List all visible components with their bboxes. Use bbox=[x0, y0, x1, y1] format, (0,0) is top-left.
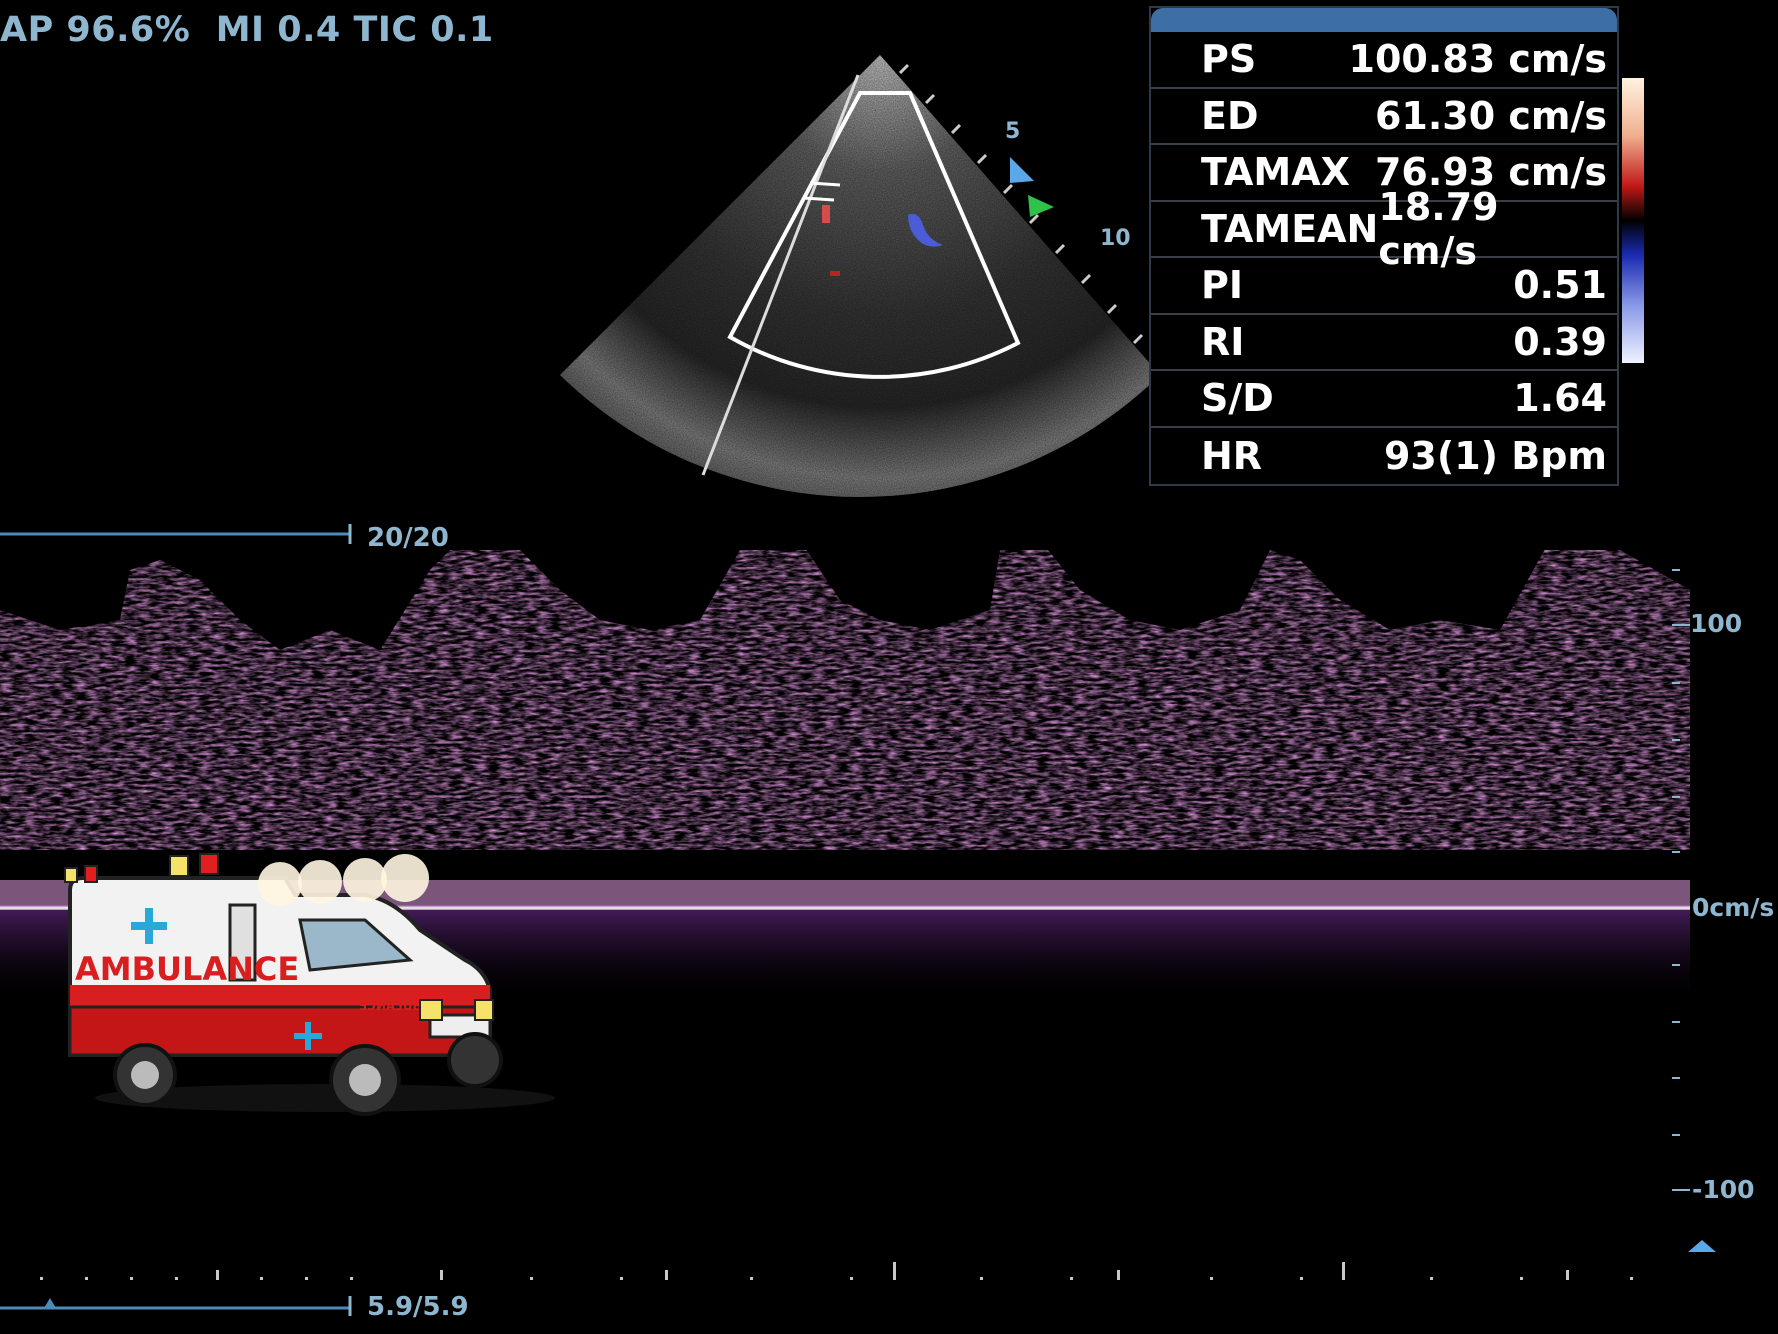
sample-gate-top bbox=[809, 181, 841, 187]
depth-mark-5: 5 bbox=[1005, 119, 1020, 144]
status-line: AP 96.6% MI 0.4 TIC 0.1 bbox=[0, 10, 494, 50]
measurement-row-ri: RI 0.39 bbox=[1151, 315, 1617, 371]
focus-zone-icon[interactable] bbox=[1028, 195, 1054, 217]
depth-mark-10: 10 bbox=[1100, 226, 1131, 251]
measurement-row-sd: S/D 1.64 bbox=[1151, 371, 1617, 428]
measurement-value: 0.51 bbox=[1513, 263, 1607, 308]
color-flow-red bbox=[822, 205, 830, 223]
measurement-panel-header bbox=[1151, 8, 1617, 32]
measurement-row-ps: PS 100.83 cm/s bbox=[1151, 32, 1617, 89]
color-velocity-bar bbox=[1622, 78, 1644, 363]
velocity-scale-baseline: 0cm/s bbox=[1692, 893, 1774, 922]
measurement-row-hr: HR 93(1) Bpm bbox=[1151, 428, 1617, 485]
forward-flow-spectrum bbox=[0, 550, 1690, 850]
ambulance-side-text: AMBULANCE bbox=[75, 950, 299, 988]
measurement-label: TAMEAN bbox=[1201, 206, 1379, 251]
measurement-label: HR bbox=[1201, 433, 1263, 478]
measurement-panel: PS 100.83 cm/s ED 61.30 cm/s TAMAX 76.93 cm… bbox=[1149, 6, 1619, 486]
measurement-value: 18.79 cm/s bbox=[1378, 184, 1499, 273]
measurement-label: TAMAX bbox=[1201, 150, 1350, 195]
measurement-label: PS bbox=[1201, 37, 1257, 82]
measurement-value: 0.39 bbox=[1513, 319, 1607, 364]
focus-marker-icon[interactable] bbox=[1010, 157, 1034, 183]
measurement-label: RI bbox=[1201, 319, 1245, 364]
measurement-row-ed: ED 61.30 cm/s bbox=[1151, 89, 1617, 145]
measurement-label: S/D bbox=[1201, 376, 1274, 421]
velocity-scale-100: 100 bbox=[1690, 609, 1742, 638]
measurement-label: ED bbox=[1201, 93, 1259, 138]
baseline-arrow-icon[interactable] bbox=[1688, 1240, 1716, 1252]
velocity-scale-neg100: -100 bbox=[1692, 1175, 1755, 1204]
ultrasound-sector-image: 5 10 bbox=[560, 55, 1160, 497]
measurement-row-tamean: TAMEAN 18.79 cm/s bbox=[1151, 185, 1617, 273]
measurement-label: PI bbox=[1201, 263, 1243, 308]
measurement-value: 61.30 cm/s bbox=[1374, 93, 1607, 138]
measurement-value: 1.64 bbox=[1513, 376, 1607, 421]
measurement-value: 93(1) Bpm bbox=[1383, 433, 1607, 478]
measurement-value: 100.83 cm/s bbox=[1348, 37, 1608, 82]
sample-gate-bottom bbox=[803, 196, 835, 202]
time-axis-ticks bbox=[40, 1262, 1633, 1280]
spectral-doppler-display: 100 0cm/s -100 AMBULANCE AMBULANCE bbox=[0, 524, 1774, 1316]
